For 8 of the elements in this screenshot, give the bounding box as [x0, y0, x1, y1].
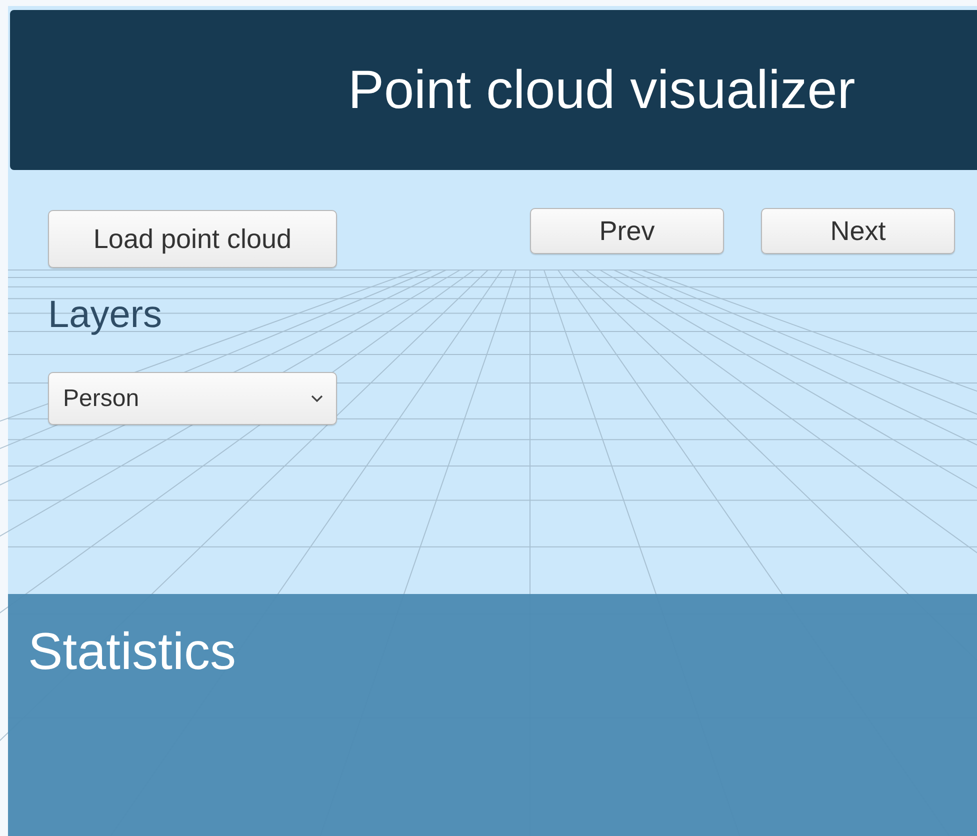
layers-label: Layers — [48, 296, 164, 334]
app-title: Point cloud visualizer — [348, 63, 856, 117]
prev-button[interactable]: Prev — [530, 208, 724, 254]
layer-dropdown[interactable]: Person — [48, 372, 337, 425]
next-button[interactable]: Next — [761, 208, 955, 254]
chevron-down-icon — [310, 394, 324, 403]
load-point-cloud-button[interactable]: Load point cloud — [48, 210, 337, 268]
statistics-title: Statistics — [28, 626, 236, 678]
